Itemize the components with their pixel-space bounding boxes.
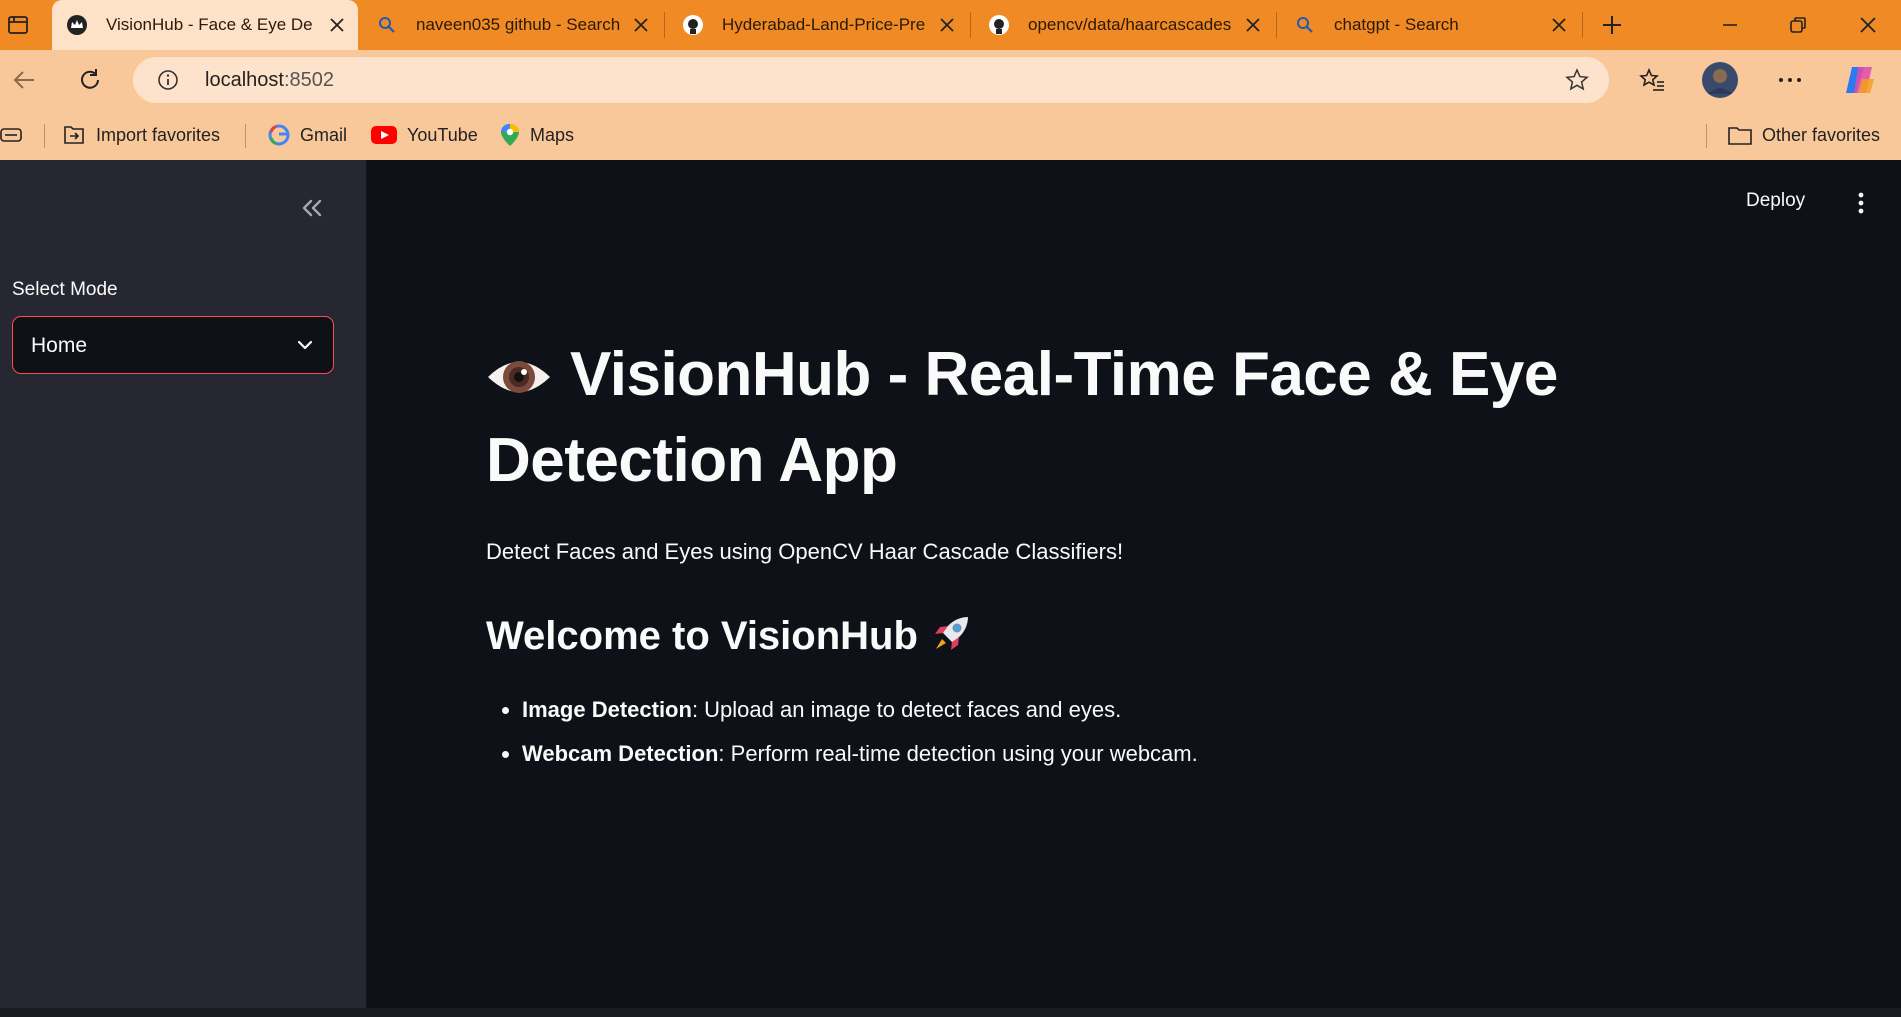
mode-select-value: Home <box>31 334 88 357</box>
bookmarks-toggle-button[interactable] <box>0 110 22 160</box>
import-icon <box>62 124 86 146</box>
github-icon <box>988 14 1010 36</box>
close-tab-icon[interactable] <box>1242 14 1264 36</box>
rocket-icon <box>930 613 972 665</box>
tab-actions-button[interactable] <box>0 0 36 50</box>
favorites-button[interactable] <box>1630 58 1674 102</box>
plus-icon <box>1603 16 1621 34</box>
list-item: Image Detection: Upload an image to dete… <box>522 695 1586 725</box>
welcome-heading: Welcome to VisionHub <box>486 613 1586 665</box>
tab-chatgpt-search[interactable]: chatgpt - Search <box>1280 3 1580 47</box>
address-url: localhost:8502 <box>205 69 334 91</box>
close-tab-icon[interactable] <box>1548 14 1570 36</box>
close-tab-icon[interactable] <box>936 14 958 36</box>
restore-button[interactable] <box>1768 0 1828 50</box>
tab-title: naveen035 github - Search <box>416 15 620 34</box>
select-mode-label: Select Mode <box>12 279 118 300</box>
bookmark-youtube[interactable]: YouTube <box>371 110 478 160</box>
list-item: Webcam Detection: Perform real-time dete… <box>522 739 1586 769</box>
bookmark-import-favorites[interactable]: Import favorites <box>62 110 220 160</box>
main-content: Deploy VisionHub - Real-Time Face & Eye D… <box>366 160 1901 1017</box>
streamlit-crown-icon <box>66 14 88 36</box>
copilot-icon <box>1846 67 1874 93</box>
collapse-sidebar-button[interactable] <box>294 190 330 226</box>
close-tab-icon[interactable] <box>326 14 348 36</box>
feature-list: Image Detection: Upload an image to dete… <box>486 695 1586 769</box>
chevron-double-left-icon <box>302 199 322 217</box>
reading-list-icon <box>0 128 22 142</box>
settings-more-button[interactable] <box>1768 58 1812 102</box>
minimize-icon <box>1723 24 1737 26</box>
browser-toolbar: localhost:8502 Import favorites Gmail Yo… <box>0 50 1901 160</box>
avatar-icon <box>1702 62 1738 98</box>
bookmark-gmail[interactable]: Gmail <box>268 110 347 160</box>
info-icon[interactable] <box>157 69 179 91</box>
tab-strip: VisionHub - Face & Eye De naveen035 gith… <box>0 0 1901 50</box>
tab-title: chatgpt - Search <box>1334 15 1459 34</box>
refresh-button[interactable] <box>68 58 112 102</box>
close-window-button[interactable] <box>1838 0 1898 50</box>
more-horizontal-icon <box>1779 78 1801 82</box>
back-arrow-icon <box>13 71 34 89</box>
copilot-button[interactable] <box>1838 58 1882 102</box>
back-button[interactable] <box>2 58 46 102</box>
mode-select[interactable]: Home <box>12 316 334 374</box>
page-subtitle: Detect Faces and Eyes using OpenCV Haar … <box>486 539 1124 564</box>
tab-actions-icon <box>8 16 28 34</box>
taskbar-edge <box>0 1008 1901 1017</box>
favorite-star-icon[interactable] <box>1565 68 1589 92</box>
tab-visionhub[interactable]: VisionHub - Face & Eye De <box>52 0 358 50</box>
github-icon <box>682 14 704 36</box>
bookmark-maps[interactable]: Maps <box>500 110 574 160</box>
close-tab-icon[interactable] <box>630 14 652 36</box>
search-icon <box>1294 14 1316 36</box>
tab-title: Hyderabad-Land-Price-Pre <box>722 15 926 34</box>
tab-opencv-github[interactable]: opencv/data/haarcascades <box>974 3 1274 47</box>
tab-title: opencv/data/haarcascades <box>1028 15 1232 34</box>
profile-avatar[interactable] <box>1698 58 1742 102</box>
google-icon <box>268 124 290 146</box>
favorites-list-icon <box>1639 68 1664 91</box>
new-tab-button[interactable] <box>1582 0 1642 50</box>
chevron-down-icon <box>297 340 313 350</box>
search-icon <box>376 14 398 36</box>
minimize-button[interactable] <box>1700 0 1760 50</box>
tab-title: VisionHub - Face & Eye De <box>106 15 313 34</box>
folder-icon <box>1728 125 1752 145</box>
address-bar[interactable]: localhost:8502 <box>133 57 1609 103</box>
more-vertical-icon <box>1858 192 1864 214</box>
deploy-button[interactable]: Deploy <box>1746 190 1805 212</box>
tab-naveen-search[interactable]: naveen035 github - Search <box>362 3 662 47</box>
tab-hyderabad-github[interactable]: Hyderabad-Land-Price-Pre <box>668 3 968 47</box>
restore-icon <box>1790 17 1806 33</box>
sidebar: Select Mode Home <box>0 160 366 1017</box>
bookmark-other-favorites[interactable]: Other favorites <box>1728 110 1880 160</box>
bookmarks-bar: Import favorites Gmail YouTube Maps Othe… <box>0 110 1901 160</box>
page-body: VisionHub - Real-Time Face & Eye Detectio… <box>486 335 1586 783</box>
page-title: VisionHub - Real-Time Face & Eye Detectio… <box>486 340 1558 495</box>
main-menu-button[interactable] <box>1846 188 1876 218</box>
close-icon <box>1860 17 1876 33</box>
eye-icon <box>486 341 552 421</box>
refresh-icon <box>81 69 99 89</box>
youtube-icon <box>371 126 397 144</box>
maps-pin-icon <box>500 123 520 147</box>
